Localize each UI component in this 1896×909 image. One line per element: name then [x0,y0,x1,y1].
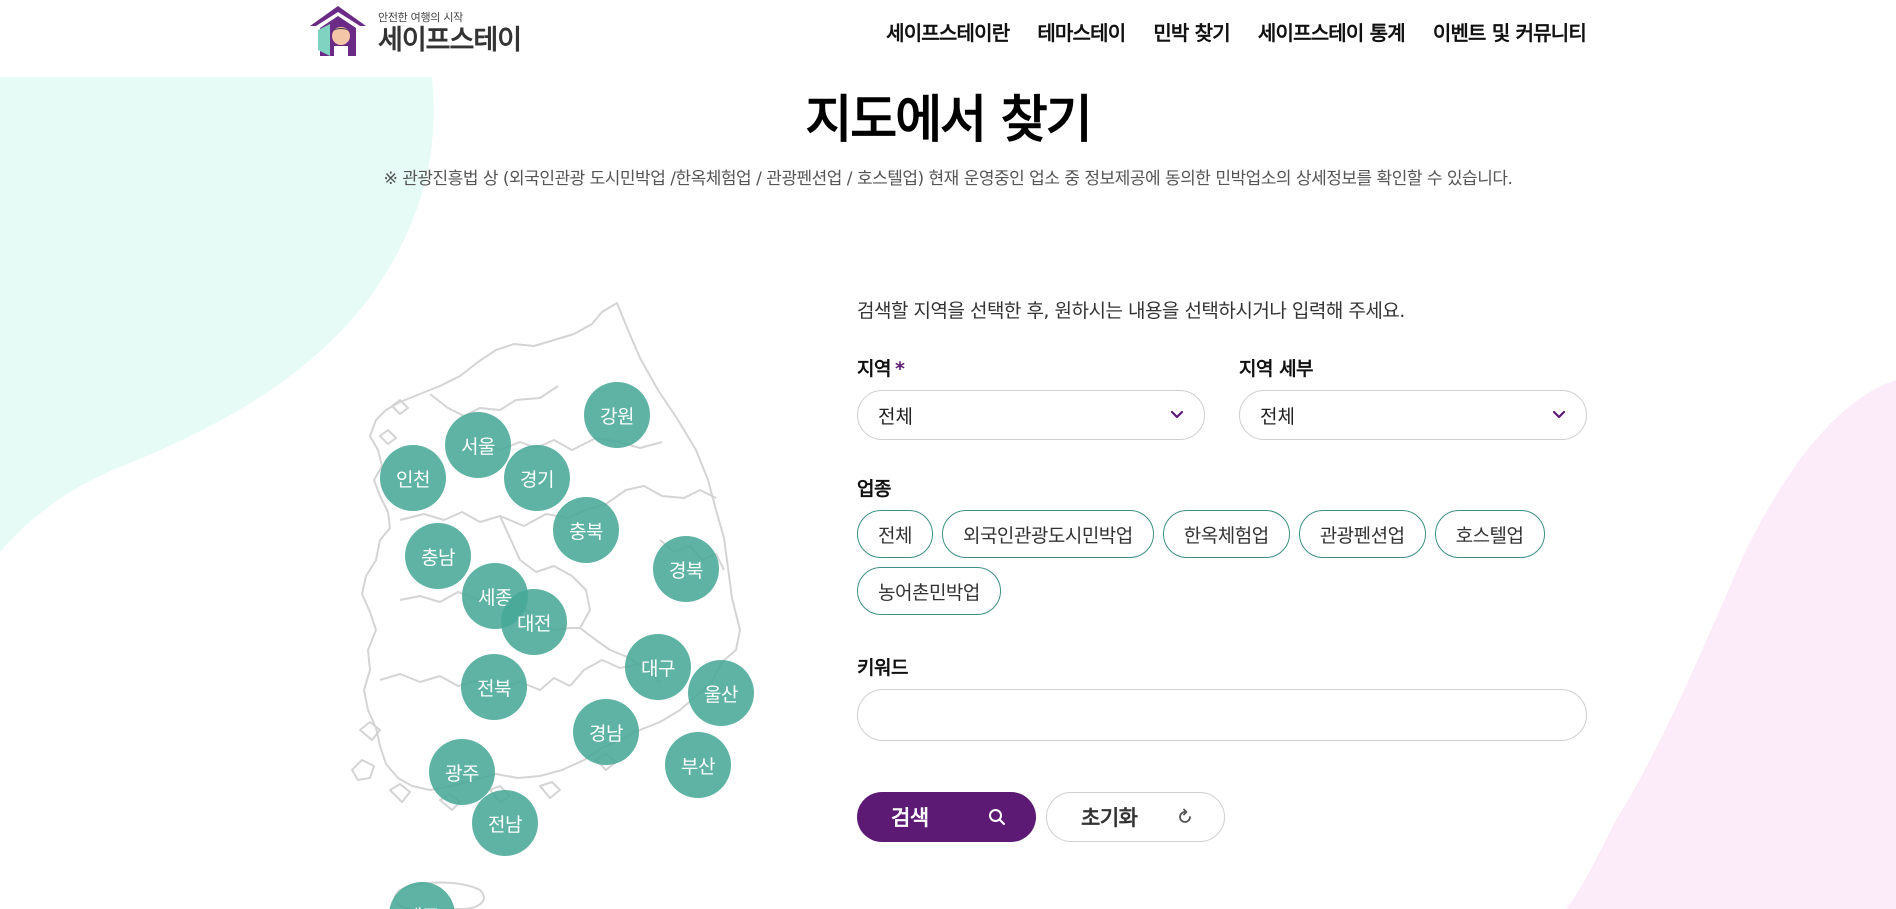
korea-map-outline [351,302,741,909]
chevron-down-icon [1170,410,1184,419]
business-type-chips: 전체 외국인관광도시민박업 한옥체험업 관광펜션업 호스텔업 농어촌민박업 [857,510,1587,615]
subregion-label: 지역 세부 [1239,358,1314,380]
search-button-label: 검색 [891,806,929,830]
region-incheon[interactable]: 인천 [380,445,446,511]
nav-item-find-stay[interactable]: 민박 찾기 [1153,17,1230,46]
region-gyeonggi[interactable]: 경기 [504,445,570,511]
region-select-value: 전체 [878,405,913,428]
chip-tourist-pension[interactable]: 관광펜션업 [1298,510,1426,558]
region-jeonbuk[interactable]: 전북 [461,654,527,720]
region-select-row: 지역 * 전체 지역 세부 전체 [857,356,1587,440]
page: 안전한 여행의 시작 세이프스테이 세이프스테이란 테마스테이 민박 찾기 세이… [0,0,1896,909]
region-jeonnam[interactable]: 전남 [472,790,538,856]
keyword-field: 키워드 [857,655,1587,741]
region-gangwon[interactable]: 강원 [584,382,650,448]
keyword-input[interactable] [857,689,1587,741]
region-seoul[interactable]: 서울 [445,412,511,478]
page-title: 지도에서 찾기 [805,91,1092,150]
background-pink-blob [1566,380,1896,909]
chip-hanok-experience[interactable]: 한옥체험업 [1162,510,1290,558]
form-actions: 검색 초기화 [857,792,1225,842]
search-form: 검색할 지역을 선택한 후, 원하시는 내용을 선택하시거나 입력해 주세요. … [857,296,1587,842]
region-chungbuk[interactable]: 충북 [553,497,619,563]
region-gyeongnam[interactable]: 경남 [573,699,639,765]
reset-button[interactable]: 초기화 [1046,792,1225,842]
region-label-text: 지역 [857,358,891,380]
region-daejeon[interactable]: 대전 [501,589,567,655]
page-notice: ※ 관광진흥법 상 (외국인관광 도시민박업 /한옥체험업 / 관광펜션업 / … [383,169,1513,189]
site-header: 안전한 여행의 시작 세이프스테이 세이프스테이란 테마스테이 민박 찾기 세이… [0,0,1896,70]
region-ulsan[interactable]: 울산 [688,660,754,726]
nav-item-statistics[interactable]: 세이프스테이 통계 [1258,17,1406,46]
region-daegu[interactable]: 대구 [625,634,691,700]
nav-item-themestay[interactable]: 테마스테이 [1037,17,1126,46]
reset-button-label: 초기화 [1081,806,1138,830]
subregion-select[interactable]: 전체 [1239,390,1587,440]
search-icon [989,809,1005,825]
chip-foreign-tourist-urban-homestay[interactable]: 외국인관광도시민박업 [941,510,1154,558]
logo-tagline: 안전한 여행의 시작 [378,11,463,24]
nav-item-about[interactable]: 세이프스테이란 [886,17,1010,46]
chevron-down-icon [1552,410,1566,419]
refresh-icon [1179,808,1191,823]
region-label: 지역 * [857,356,1205,382]
region-gyeongbuk[interactable]: 경북 [653,536,719,602]
logo-house-icon [310,6,366,56]
keyword-label: 키워드 [857,657,908,679]
main-nav: 세이프스테이란 테마스테이 민박 찾기 세이프스테이 통계 이벤트 및 커뮤니티 [886,17,1587,46]
logo-name: 세이프스테이 [378,25,522,56]
region-busan[interactable]: 부산 [665,732,731,798]
form-intro: 검색할 지역을 선택한 후, 원하시는 내용을 선택하시거나 입력해 주세요. [857,300,1405,322]
region-chungnam[interactable]: 충남 [405,523,471,589]
logo-link[interactable]: 안전한 여행의 시작 세이프스테이 [306,4,522,64]
subregion-select-value: 전체 [1260,405,1295,428]
chip-rural-homestay[interactable]: 농어촌민박업 [857,567,1001,615]
korea-map: 강원 서울 인천 경기 충북 충남 경북 세종 대전 대구 울산 전북 경남 부… [340,290,780,909]
business-type-field: 업종 전체 외국인관광도시민박업 한옥체험업 관광펜션업 호스텔업 농어촌민박업 [857,476,1587,615]
subregion-field: 지역 세부 전체 [1239,356,1587,440]
region-select[interactable]: 전체 [857,390,1205,440]
search-button[interactable]: 검색 [857,792,1036,842]
chip-hostel[interactable]: 호스텔업 [1434,510,1545,558]
business-type-label: 업종 [857,478,891,500]
nav-item-events[interactable]: 이벤트 및 커뮤니티 [1433,17,1587,46]
required-mark: * [894,358,905,380]
region-field: 지역 * 전체 [857,356,1205,440]
chip-all[interactable]: 전체 [857,510,933,558]
